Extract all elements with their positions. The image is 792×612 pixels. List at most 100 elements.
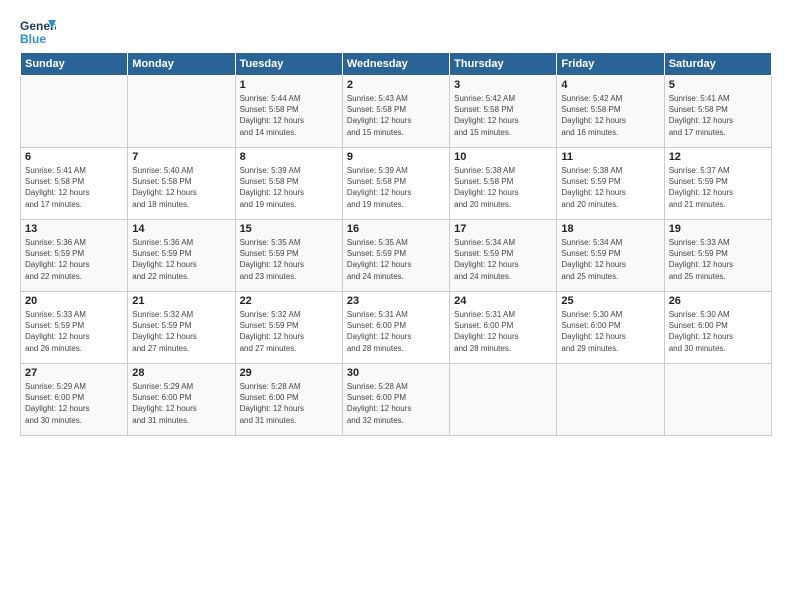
day-info: Sunrise: 5:39 AM Sunset: 5:58 PM Dayligh…: [240, 165, 338, 210]
day-info: Sunrise: 5:34 AM Sunset: 5:59 PM Dayligh…: [454, 237, 552, 282]
day-cell: 13 Sunrise: 5:36 AM Sunset: 5:59 PM Dayli…: [21, 220, 128, 292]
day-info: Sunrise: 5:28 AM Sunset: 6:00 PM Dayligh…: [347, 381, 445, 426]
day-number: 13: [25, 223, 123, 235]
day-number: 7: [132, 151, 230, 163]
day-cell: 18Sunrise: 5:34 AM Sunset: 5:59 PM Dayli…: [557, 220, 664, 292]
day-cell: [557, 364, 664, 436]
day-number: 25: [561, 295, 659, 307]
day-cell: 30 Sunrise: 5:28 AM Sunset: 6:00 PM Dayli…: [342, 364, 449, 436]
day-cell: 21 Sunrise: 5:32 AM Sunset: 5:59 PM Dayli…: [128, 292, 235, 364]
day-number: 9: [347, 151, 445, 163]
day-info: Sunrise: 5:38 AM Sunset: 5:58 PM Dayligh…: [454, 165, 552, 210]
day-number: 20: [25, 295, 123, 307]
svg-text:Blue: Blue: [20, 32, 46, 46]
day-number: 29: [240, 367, 338, 379]
day-info: Sunrise: 5:38 AM Sunset: 5:59 PM Dayligh…: [561, 165, 659, 210]
day-info: Sunrise: 5:29 AM Sunset: 6:00 PM Dayligh…: [25, 381, 123, 426]
day-cell: 14 Sunrise: 5:36 AM Sunset: 5:59 PM Dayli…: [128, 220, 235, 292]
day-cell: 27 Sunrise: 5:29 AM Sunset: 6:00 PM Dayli…: [21, 364, 128, 436]
day-number: 15: [240, 223, 338, 235]
day-info: Sunrise: 5:33 AM Sunset: 5:59 PM Dayligh…: [25, 309, 123, 354]
day-info: Sunrise: 5:42 AM Sunset: 5:58 PM Dayligh…: [454, 93, 552, 138]
day-number: 3: [454, 79, 552, 91]
week-row-1: 1 Sunrise: 5:44 AM Sunset: 5:58 PM Daylig…: [21, 76, 772, 148]
day-cell: 6 Sunrise: 5:41 AM Sunset: 5:58 PM Daylig…: [21, 148, 128, 220]
day-cell: 12Sunrise: 5:37 AM Sunset: 5:59 PM Dayli…: [664, 148, 771, 220]
day-number: 26: [669, 295, 767, 307]
day-cell: [664, 364, 771, 436]
week-row-3: 13 Sunrise: 5:36 AM Sunset: 5:59 PM Dayli…: [21, 220, 772, 292]
day-number: 19: [669, 223, 767, 235]
day-info: Sunrise: 5:33 AM Sunset: 5:59 PM Dayligh…: [669, 237, 767, 282]
day-info: Sunrise: 5:31 AM Sunset: 6:00 PM Dayligh…: [347, 309, 445, 354]
day-cell: 26 Sunrise: 5:30 AM Sunset: 6:00 PM Dayli…: [664, 292, 771, 364]
header-wednesday: Wednesday: [342, 53, 449, 76]
day-cell: 4 Sunrise: 5:42 AM Sunset: 5:58 PM Daylig…: [557, 76, 664, 148]
day-number: 10: [454, 151, 552, 163]
day-number: 23: [347, 295, 445, 307]
day-info: Sunrise: 5:31 AM Sunset: 6:00 PM Dayligh…: [454, 309, 552, 354]
day-number: 14: [132, 223, 230, 235]
day-number: 17: [454, 223, 552, 235]
logo: General Blue: [20, 16, 56, 46]
page: General Blue SundayMondayTuesdayWednesda…: [0, 0, 792, 612]
day-number: 5: [669, 79, 767, 91]
day-cell: 29 Sunrise: 5:28 AM Sunset: 6:00 PM Dayli…: [235, 364, 342, 436]
day-cell: 11 Sunrise: 5:38 AM Sunset: 5:59 PM Dayli…: [557, 148, 664, 220]
day-cell: 9 Sunrise: 5:39 AM Sunset: 5:58 PM Daylig…: [342, 148, 449, 220]
day-cell: 5 Sunrise: 5:41 AM Sunset: 5:58 PM Daylig…: [664, 76, 771, 148]
day-cell: 25 Sunrise: 5:30 AM Sunset: 6:00 PM Dayli…: [557, 292, 664, 364]
day-info: Sunrise: 5:34 AM Sunset: 5:59 PM Dayligh…: [561, 237, 659, 282]
day-number: 4: [561, 79, 659, 91]
day-cell: 16 Sunrise: 5:35 AM Sunset: 5:59 PM Dayli…: [342, 220, 449, 292]
header-tuesday: Tuesday: [235, 53, 342, 76]
day-cell: 23 Sunrise: 5:31 AM Sunset: 6:00 PM Dayli…: [342, 292, 449, 364]
day-number: 16: [347, 223, 445, 235]
header-sunday: Sunday: [21, 53, 128, 76]
day-cell: 24Sunrise: 5:31 AM Sunset: 6:00 PM Dayli…: [450, 292, 557, 364]
day-number: 22: [240, 295, 338, 307]
day-info: Sunrise: 5:42 AM Sunset: 5:58 PM Dayligh…: [561, 93, 659, 138]
day-info: Sunrise: 5:36 AM Sunset: 5:59 PM Dayligh…: [132, 237, 230, 282]
header-row: SundayMondayTuesdayWednesdayThursdayFrid…: [21, 53, 772, 76]
calendar-table: SundayMondayTuesdayWednesdayThursdayFrid…: [20, 52, 772, 436]
day-info: Sunrise: 5:41 AM Sunset: 5:58 PM Dayligh…: [25, 165, 123, 210]
day-info: Sunrise: 5:30 AM Sunset: 6:00 PM Dayligh…: [561, 309, 659, 354]
logo-icon: General Blue: [20, 16, 56, 46]
day-cell: 15Sunrise: 5:35 AM Sunset: 5:59 PM Dayli…: [235, 220, 342, 292]
header-friday: Friday: [557, 53, 664, 76]
day-cell: [21, 76, 128, 148]
day-number: 11: [561, 151, 659, 163]
header-thursday: Thursday: [450, 53, 557, 76]
day-number: 6: [25, 151, 123, 163]
day-info: Sunrise: 5:43 AM Sunset: 5:58 PM Dayligh…: [347, 93, 445, 138]
day-info: Sunrise: 5:35 AM Sunset: 5:59 PM Dayligh…: [347, 237, 445, 282]
day-number: 8: [240, 151, 338, 163]
day-cell: 10 Sunrise: 5:38 AM Sunset: 5:58 PM Dayli…: [450, 148, 557, 220]
day-number: 30: [347, 367, 445, 379]
day-cell: 22 Sunrise: 5:32 AM Sunset: 5:59 PM Dayli…: [235, 292, 342, 364]
day-info: Sunrise: 5:32 AM Sunset: 5:59 PM Dayligh…: [240, 309, 338, 354]
day-info: Sunrise: 5:28 AM Sunset: 6:00 PM Dayligh…: [240, 381, 338, 426]
day-info: Sunrise: 5:41 AM Sunset: 5:58 PM Dayligh…: [669, 93, 767, 138]
day-number: 1: [240, 79, 338, 91]
week-row-4: 20 Sunrise: 5:33 AM Sunset: 5:59 PM Dayli…: [21, 292, 772, 364]
week-row-2: 6 Sunrise: 5:41 AM Sunset: 5:58 PM Daylig…: [21, 148, 772, 220]
day-cell: 7Sunrise: 5:40 AM Sunset: 5:58 PM Daylig…: [128, 148, 235, 220]
day-number: 27: [25, 367, 123, 379]
day-info: Sunrise: 5:32 AM Sunset: 5:59 PM Dayligh…: [132, 309, 230, 354]
day-cell: 19 Sunrise: 5:33 AM Sunset: 5:59 PM Dayli…: [664, 220, 771, 292]
day-cell: [450, 364, 557, 436]
header: General Blue: [20, 16, 772, 46]
day-info: Sunrise: 5:29 AM Sunset: 6:00 PM Dayligh…: [132, 381, 230, 426]
day-info: Sunrise: 5:39 AM Sunset: 5:58 PM Dayligh…: [347, 165, 445, 210]
calendar-body: 1 Sunrise: 5:44 AM Sunset: 5:58 PM Daylig…: [21, 76, 772, 436]
day-info: Sunrise: 5:36 AM Sunset: 5:59 PM Dayligh…: [25, 237, 123, 282]
day-cell: 2Sunrise: 5:43 AM Sunset: 5:58 PM Daylig…: [342, 76, 449, 148]
day-info: Sunrise: 5:30 AM Sunset: 6:00 PM Dayligh…: [669, 309, 767, 354]
day-info: Sunrise: 5:44 AM Sunset: 5:58 PM Dayligh…: [240, 93, 338, 138]
day-number: 21: [132, 295, 230, 307]
day-number: 12: [669, 151, 767, 163]
day-cell: 8 Sunrise: 5:39 AM Sunset: 5:58 PM Daylig…: [235, 148, 342, 220]
day-cell: 17 Sunrise: 5:34 AM Sunset: 5:59 PM Dayli…: [450, 220, 557, 292]
